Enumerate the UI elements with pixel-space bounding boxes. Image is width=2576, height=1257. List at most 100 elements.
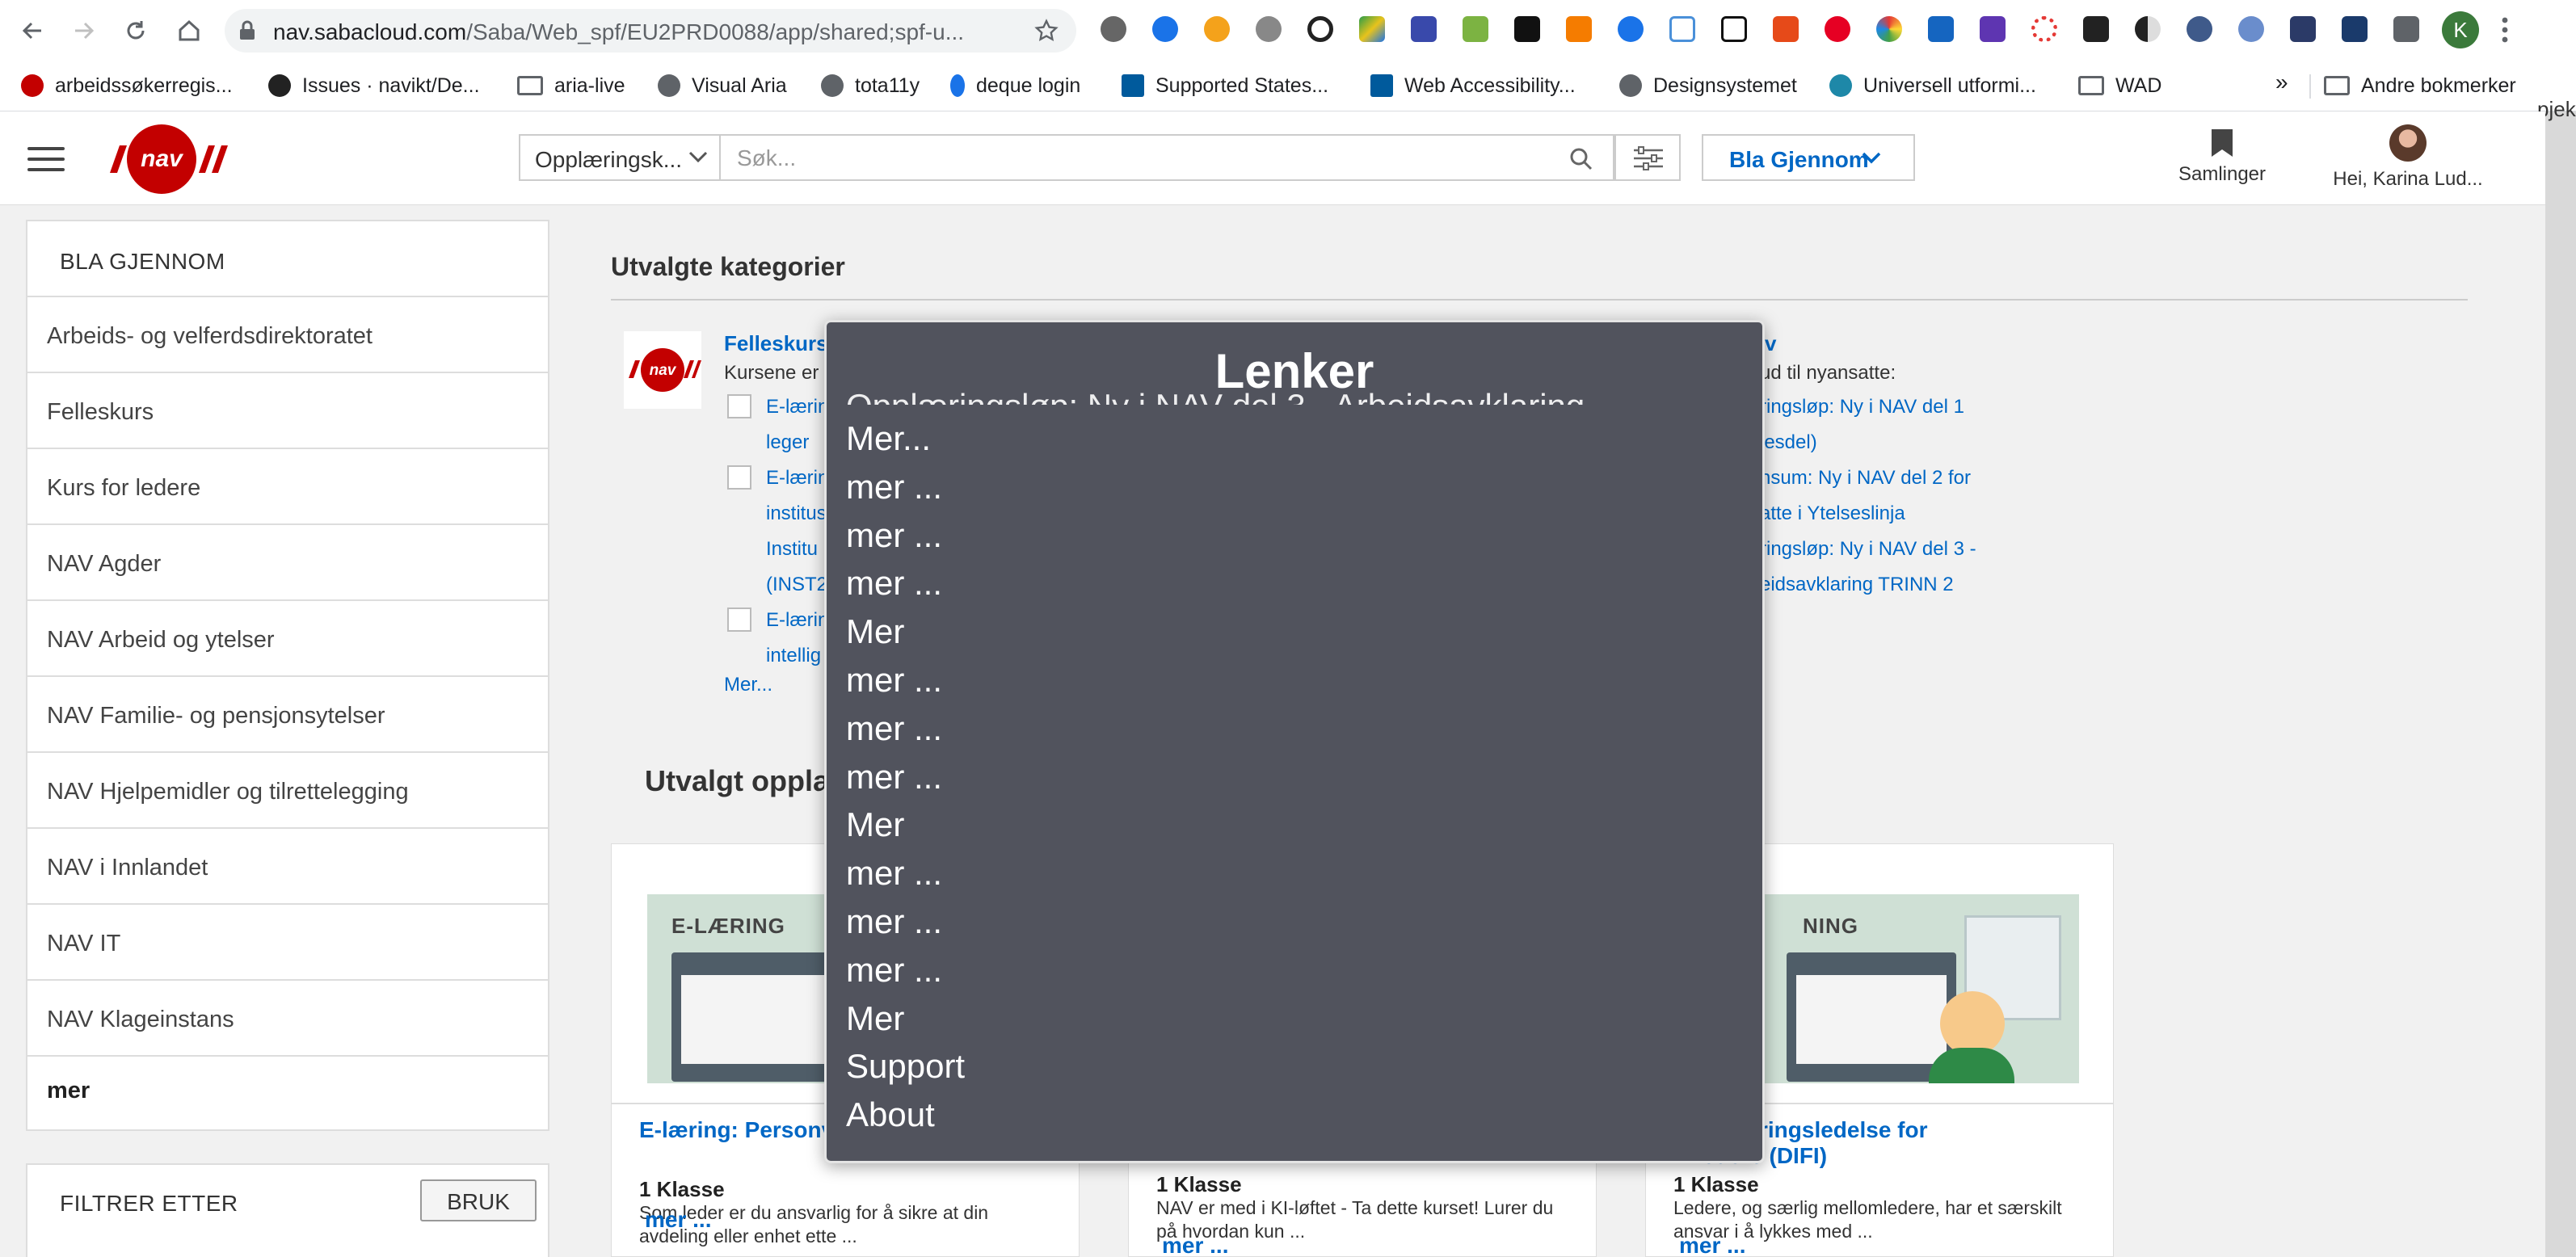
extension-tv-icon[interactable] [2187, 16, 2212, 42]
extensions-puzzle-icon[interactable] [2393, 16, 2419, 42]
extension-heart-icon[interactable] [2342, 16, 2368, 42]
overlay-link[interactable]: mer ... [846, 753, 965, 801]
overlay-link[interactable]: mer ... [846, 559, 965, 607]
extension-camera-icon[interactable] [2083, 16, 2109, 42]
course-title-link[interactable]: E-læring: Personv [639, 1117, 834, 1143]
course-checkbox[interactable] [727, 607, 751, 632]
course-link[interactable]: lesdel) [1760, 431, 1817, 454]
bookmark-folder[interactable]: WAD [2078, 68, 2161, 103]
extension-contrast-icon[interactable] [2135, 16, 2161, 42]
extension-orange-icon[interactable] [1566, 16, 1592, 42]
sidebar-item-nav-arbeid-og-ytelser[interactable]: NAV Arbeid og ytelser [27, 601, 548, 677]
extension-triangle-icon[interactable] [1669, 16, 1695, 42]
course-checkbox[interactable] [727, 465, 751, 490]
nav-logo[interactable]: nav [99, 123, 228, 195]
sidebar-item-nav-it[interactable]: NAV IT [27, 905, 548, 981]
course-more-link[interactable]: mer ... [1162, 1233, 1228, 1257]
sidebar-item-felleskurs[interactable]: Felleskurs [27, 373, 548, 449]
overlay-link[interactable]: Mer [846, 607, 965, 656]
course-link[interactable]: ringsløp: Ny i NAV del 1 [1760, 396, 1964, 418]
overlay-link[interactable]: mer ... [846, 704, 965, 753]
address-bar[interactable]: nav.sabacloud.com/Saba/Web_spf/EU2PRD008… [225, 9, 1076, 53]
bookmark-item[interactable]: Visual Aria [658, 68, 787, 103]
overlay-link[interactable]: mer ... [846, 849, 965, 898]
extension-wave-icon[interactable] [1152, 16, 1178, 42]
overlay-link[interactable]: Mer [846, 994, 965, 1043]
extension-settings-icon[interactable] [1256, 16, 1282, 42]
course-link[interactable]: leger [766, 431, 809, 454]
course-link[interactable]: E-lærin [766, 609, 828, 632]
search-icon[interactable] [1569, 147, 1593, 171]
hamburger-menu-icon[interactable] [27, 147, 65, 171]
extension-wa-icon[interactable] [1721, 16, 1747, 42]
bookmark-star-icon[interactable] [1034, 19, 1059, 43]
extension-blue-square-icon[interactable] [1928, 16, 1954, 42]
course-checkbox[interactable] [727, 394, 751, 418]
home-icon[interactable] [173, 15, 205, 47]
other-bookmarks-folder[interactable]: Andre bokmerker [2324, 68, 2516, 103]
profile-avatar[interactable]: K [2442, 11, 2479, 48]
sidebar-item-nav-familie-og-pensjonsytelser[interactable]: NAV Familie- og pensjonsytelser [27, 677, 548, 753]
sidebar-item-nav-i-innlandet[interactable]: NAV i Innlandet [27, 829, 548, 905]
category-select[interactable]: Opplæringsk... [519, 134, 721, 181]
extension-gear-icon[interactable] [1204, 16, 1230, 42]
extension-color-icon[interactable] [1876, 16, 1902, 42]
sidebar-item-more[interactable]: mer [27, 1057, 548, 1133]
overlay-link[interactable]: Mer... [846, 414, 965, 463]
extension-a11y-person-icon[interactable] [1618, 16, 1644, 42]
bookmark-item[interactable]: Web Accessibility... [1370, 68, 1576, 103]
sidebar-item-arbeids-og-velferdsdirektoratet[interactable]: Arbeids- og velferdsdirektoratet [27, 297, 548, 373]
bookmark-item[interactable]: Issues · navikt/De... [268, 68, 480, 103]
pinterest-icon[interactable] [1825, 16, 1850, 42]
category-2-link[interactable]: v [1765, 331, 1776, 356]
course-link[interactable]: eidsavklaring TRINN 2 [1760, 574, 1954, 596]
extension-ladder-icon[interactable] [1463, 16, 1488, 42]
bookmarks-overflow-button[interactable]: » [2275, 69, 2288, 95]
bookmark-item[interactable]: Designsystemet [1619, 68, 1797, 103]
overlay-link-support[interactable]: Support [846, 1042, 965, 1091]
browse-button[interactable]: Bla Gjennom [1702, 134, 1915, 181]
extension-pen-icon[interactable] [1514, 16, 1540, 42]
reload-icon[interactable] [120, 15, 152, 47]
course-link[interactable]: E-lærin [766, 467, 828, 490]
sidebar-item-kurs-for-ledere[interactable]: Kurs for ledere [27, 449, 548, 525]
overlay-link[interactable]: mer ... [846, 511, 965, 560]
overlay-link[interactable]: mer ... [846, 946, 965, 994]
extension-wordpress-icon[interactable] [1101, 16, 1126, 42]
extension-dots-icon[interactable] [2031, 16, 2057, 42]
bookmark-item[interactable]: tota11y [821, 68, 920, 103]
forward-arrow-icon[interactable] [68, 15, 100, 47]
sidebar-item-nav-hjelpemidler[interactable]: NAV Hjelpemidler og tilrettelegging [27, 753, 548, 829]
extension-figure-icon[interactable] [1773, 16, 1799, 42]
browser-menu-icon[interactable] [2497, 16, 2513, 44]
overlay-link[interactable]: mer ... [846, 463, 965, 511]
course-more-link[interactable]: mer ... [1679, 1233, 1745, 1257]
overlay-link[interactable]: mer ... [846, 656, 965, 704]
bookmark-item[interactable]: arbeidssøkerregis... [21, 68, 233, 103]
search-input[interactable] [737, 145, 1513, 171]
course-link[interactable]: ringsløp: Ny i NAV del 3 - [1760, 538, 1976, 561]
sidebar-item-nav-agder[interactable]: NAV Agder [27, 525, 548, 601]
bookmark-folder[interactable]: aria-live [517, 68, 625, 103]
apply-filter-button[interactable]: BRUK [420, 1179, 537, 1221]
extension-target-icon[interactable] [2238, 16, 2264, 42]
course-link[interactable]: institus [766, 502, 827, 525]
user-menu[interactable]: Hei, Karina Lud... [2327, 124, 2489, 191]
extension-arc-icon[interactable] [2290, 16, 2316, 42]
course-link[interactable]: intellig [766, 645, 821, 667]
bookmark-item[interactable]: Universell utformi... [1829, 68, 2036, 103]
course-link[interactable]: Institu [766, 538, 818, 561]
back-arrow-icon[interactable] [16, 15, 48, 47]
overlay-link-about[interactable]: About [846, 1091, 965, 1139]
course-link[interactable]: nsum: Ny i NAV del 2 for [1760, 467, 1971, 490]
bookmark-item[interactable]: deque login [950, 68, 1080, 103]
extension-palette-icon[interactable] [1359, 16, 1385, 42]
overlay-link[interactable]: Mer [846, 801, 965, 849]
search-filter-button[interactable] [1614, 134, 1681, 181]
sidebar-item-nav-klageinstans[interactable]: NAV Klageinstans [27, 981, 548, 1057]
bookmark-item[interactable]: Supported States... [1122, 68, 1328, 103]
course-more-link[interactable]: mer ... [645, 1207, 711, 1233]
extension-check-icon[interactable] [1980, 16, 2006, 42]
extension-circle-icon[interactable] [1307, 16, 1333, 42]
category-felleskurs-link[interactable]: Felleskurs [724, 331, 828, 356]
